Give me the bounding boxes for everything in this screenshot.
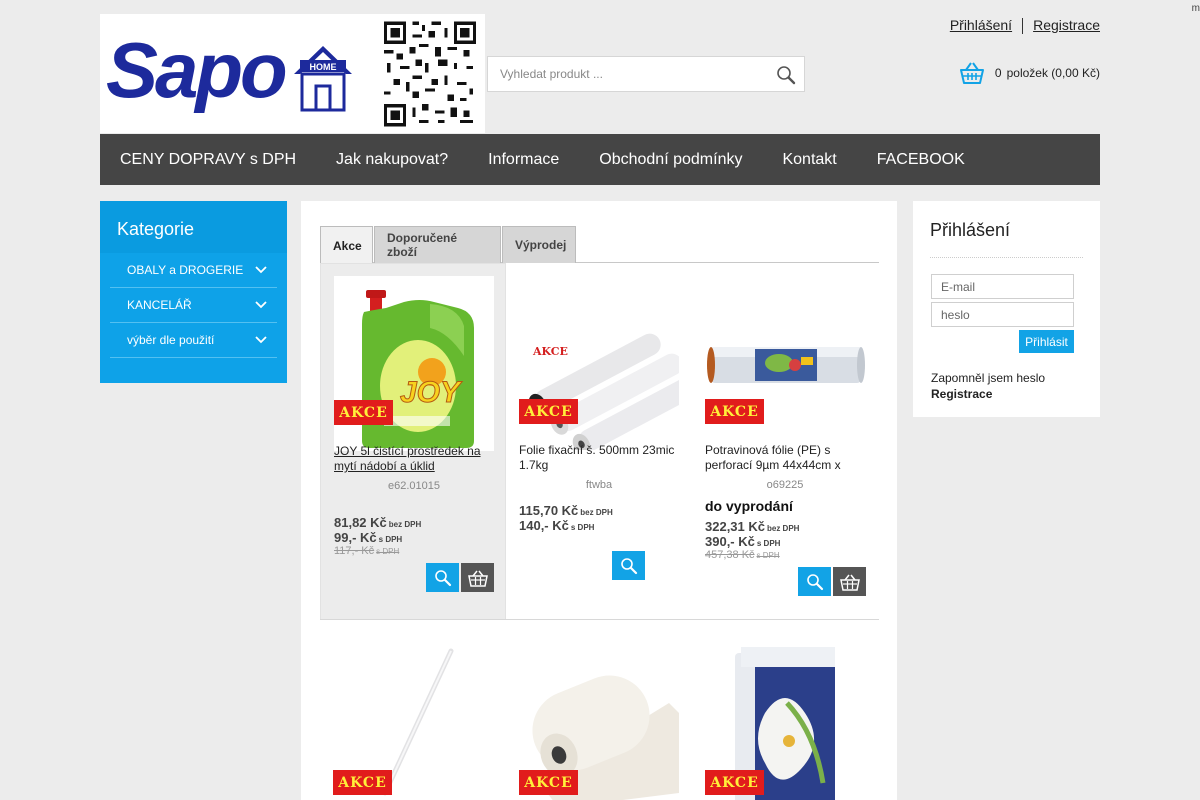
- sale-badge: AKCE: [519, 770, 578, 795]
- login-panel-title: Přihlášení: [930, 220, 1011, 240]
- login-button[interactable]: Přihlásit: [1019, 330, 1074, 353]
- product-card: AKCE: [506, 633, 692, 800]
- price-inc-vat: 140,- Kč s DPH: [519, 518, 595, 533]
- search-input[interactable]: [488, 57, 768, 91]
- email-field[interactable]: [931, 274, 1074, 299]
- magnifier-icon: [806, 573, 823, 590]
- product-name[interactable]: JOY 5l čistící prostředek na mytí nádobí…: [334, 444, 499, 474]
- category-item-label: výběr dle použití: [127, 333, 215, 347]
- category-item-label: OBALY a DROGERIE: [127, 263, 244, 277]
- product-tabs: Akce Doporučené zboží Výprodej: [320, 226, 879, 264]
- sale-badge: AKCE: [519, 399, 578, 424]
- login-panel: Přihlášení Přihlásit Zapomněl jsem heslo…: [913, 201, 1100, 417]
- basket-icon: [467, 570, 488, 587]
- nav-item-how-to-shop[interactable]: Jak nakupovat?: [336, 151, 448, 169]
- nav-item-shipping-prices[interactable]: CENY DOPRAVY s DPH: [120, 151, 296, 169]
- price-ex-vat: 115,70 Kč bez DPH: [519, 503, 613, 518]
- site-logo[interactable]: Sapo HOME: [100, 14, 485, 133]
- forgot-password-link[interactable]: Zapomněl jsem heslo: [931, 371, 1045, 385]
- sale-badge: AKCE: [705, 770, 764, 795]
- register-link[interactable]: Registrace: [931, 387, 992, 401]
- search-box: [487, 56, 805, 92]
- svg-text:AKCE: AKCE: [532, 345, 568, 358]
- sale-badge: AKCE: [333, 770, 392, 795]
- tab-clearance[interactable]: Výprodej: [502, 226, 576, 263]
- price-inc-vat: 99,- Kč s DPH: [334, 530, 403, 545]
- product-card: JOY AKCE JOY 5l čistící prostředek na my…: [320, 263, 506, 620]
- row-divider: [320, 619, 879, 620]
- category-item-office[interactable]: KANCELÁŘ: [110, 288, 277, 323]
- price-old: 457,38 Kč s DPH: [705, 549, 780, 561]
- product-card: AKCE AKCE Folie fixační š. 500mm 23mic 1…: [506, 263, 692, 620]
- cart-total: položek (0,00 Kč): [1006, 66, 1100, 80]
- link-separator: [1022, 18, 1024, 34]
- product-name[interactable]: Potravinová fólie (PE) s perforací 9µm 4…: [705, 443, 870, 473]
- cart-summary[interactable]: 0 položek (0,00 Kč): [959, 60, 1100, 86]
- magnifier-icon: [434, 569, 451, 586]
- availability: do vyprodání: [705, 498, 793, 514]
- product-code: ftwba: [585, 479, 613, 491]
- product-card: AKCE Potravinová fólie (PE) s perforací …: [692, 263, 878, 620]
- home-icon: HOME: [294, 46, 352, 112]
- magnifier-icon: [620, 557, 637, 574]
- category-list: OBALY a DROGERIE KANCELÁŘ výběr dle použ…: [100, 253, 287, 358]
- qr-code-icon: [384, 21, 476, 127]
- category-item-label: KANCELÁŘ: [127, 298, 192, 312]
- product-showcase: Akce Doporučené zboží Výprodej JOY AKCE …: [301, 201, 897, 800]
- divider: [930, 257, 1083, 258]
- register-link[interactable]: Registrace: [1033, 17, 1100, 34]
- price-ex-vat: 81,82 Kč bez DPH: [334, 515, 422, 530]
- main-nav: CENY DOPRAVY s DPH Jak nakupovat? Inform…: [100, 134, 1100, 185]
- login-link[interactable]: Přihlášení: [950, 17, 1012, 34]
- tab-recommended[interactable]: Doporučené zboží: [374, 226, 501, 263]
- password-field[interactable]: [931, 302, 1074, 327]
- detail-button[interactable]: [426, 563, 459, 592]
- sale-badge: AKCE: [334, 400, 393, 425]
- basket-icon: [959, 62, 984, 84]
- category-panel: Kategorie OBALY a DROGERIE KANCELÁŘ výbě…: [100, 201, 287, 383]
- product-code: o69225: [766, 479, 804, 491]
- chevron-down-icon[interactable]: [255, 301, 267, 309]
- home-label: HOME: [310, 62, 337, 72]
- nav-item-facebook[interactable]: FACEBOOK: [877, 151, 965, 169]
- chevron-down-icon[interactable]: [255, 266, 267, 274]
- product-name[interactable]: Folie fixační š. 500mm 23mic 1.7kg: [519, 443, 684, 473]
- auth-links: Přihlášení Registrace: [950, 17, 1100, 34]
- product-card: AKCE: [692, 633, 878, 800]
- category-panel-title: Kategorie: [100, 201, 287, 253]
- nav-item-contact[interactable]: Kontakt: [782, 151, 836, 169]
- corner-mark: m: [1191, 3, 1200, 14]
- detail-button[interactable]: [612, 551, 645, 580]
- search-icon[interactable]: [776, 65, 796, 85]
- detail-button[interactable]: [798, 567, 831, 596]
- product-card: AKCE: [320, 633, 506, 800]
- nav-item-terms[interactable]: Obchodní podmínky: [599, 151, 742, 169]
- chevron-down-icon[interactable]: [255, 336, 267, 344]
- cart-count: 0: [994, 66, 1002, 80]
- category-item-by-use[interactable]: výběr dle použití: [110, 323, 277, 358]
- price-ex-vat: 322,31 Kč bez DPH: [705, 519, 800, 534]
- sale-badge: AKCE: [705, 399, 764, 424]
- tab-akce[interactable]: Akce: [320, 226, 373, 264]
- logo-wordmark: Sapo: [106, 26, 288, 114]
- basket-icon: [839, 574, 860, 591]
- add-to-cart-button[interactable]: [833, 567, 866, 596]
- category-item-packaging[interactable]: OBALY a DROGERIE: [110, 253, 277, 288]
- price-old: 117,- Kč s DPH: [334, 545, 400, 557]
- price-inc-vat: 390,- Kč s DPH: [705, 534, 781, 549]
- product-code: e62.01015: [388, 480, 440, 492]
- nav-item-information[interactable]: Informace: [488, 151, 559, 169]
- svg-text:JOY: JOY: [400, 376, 463, 409]
- add-to-cart-button[interactable]: [461, 563, 494, 592]
